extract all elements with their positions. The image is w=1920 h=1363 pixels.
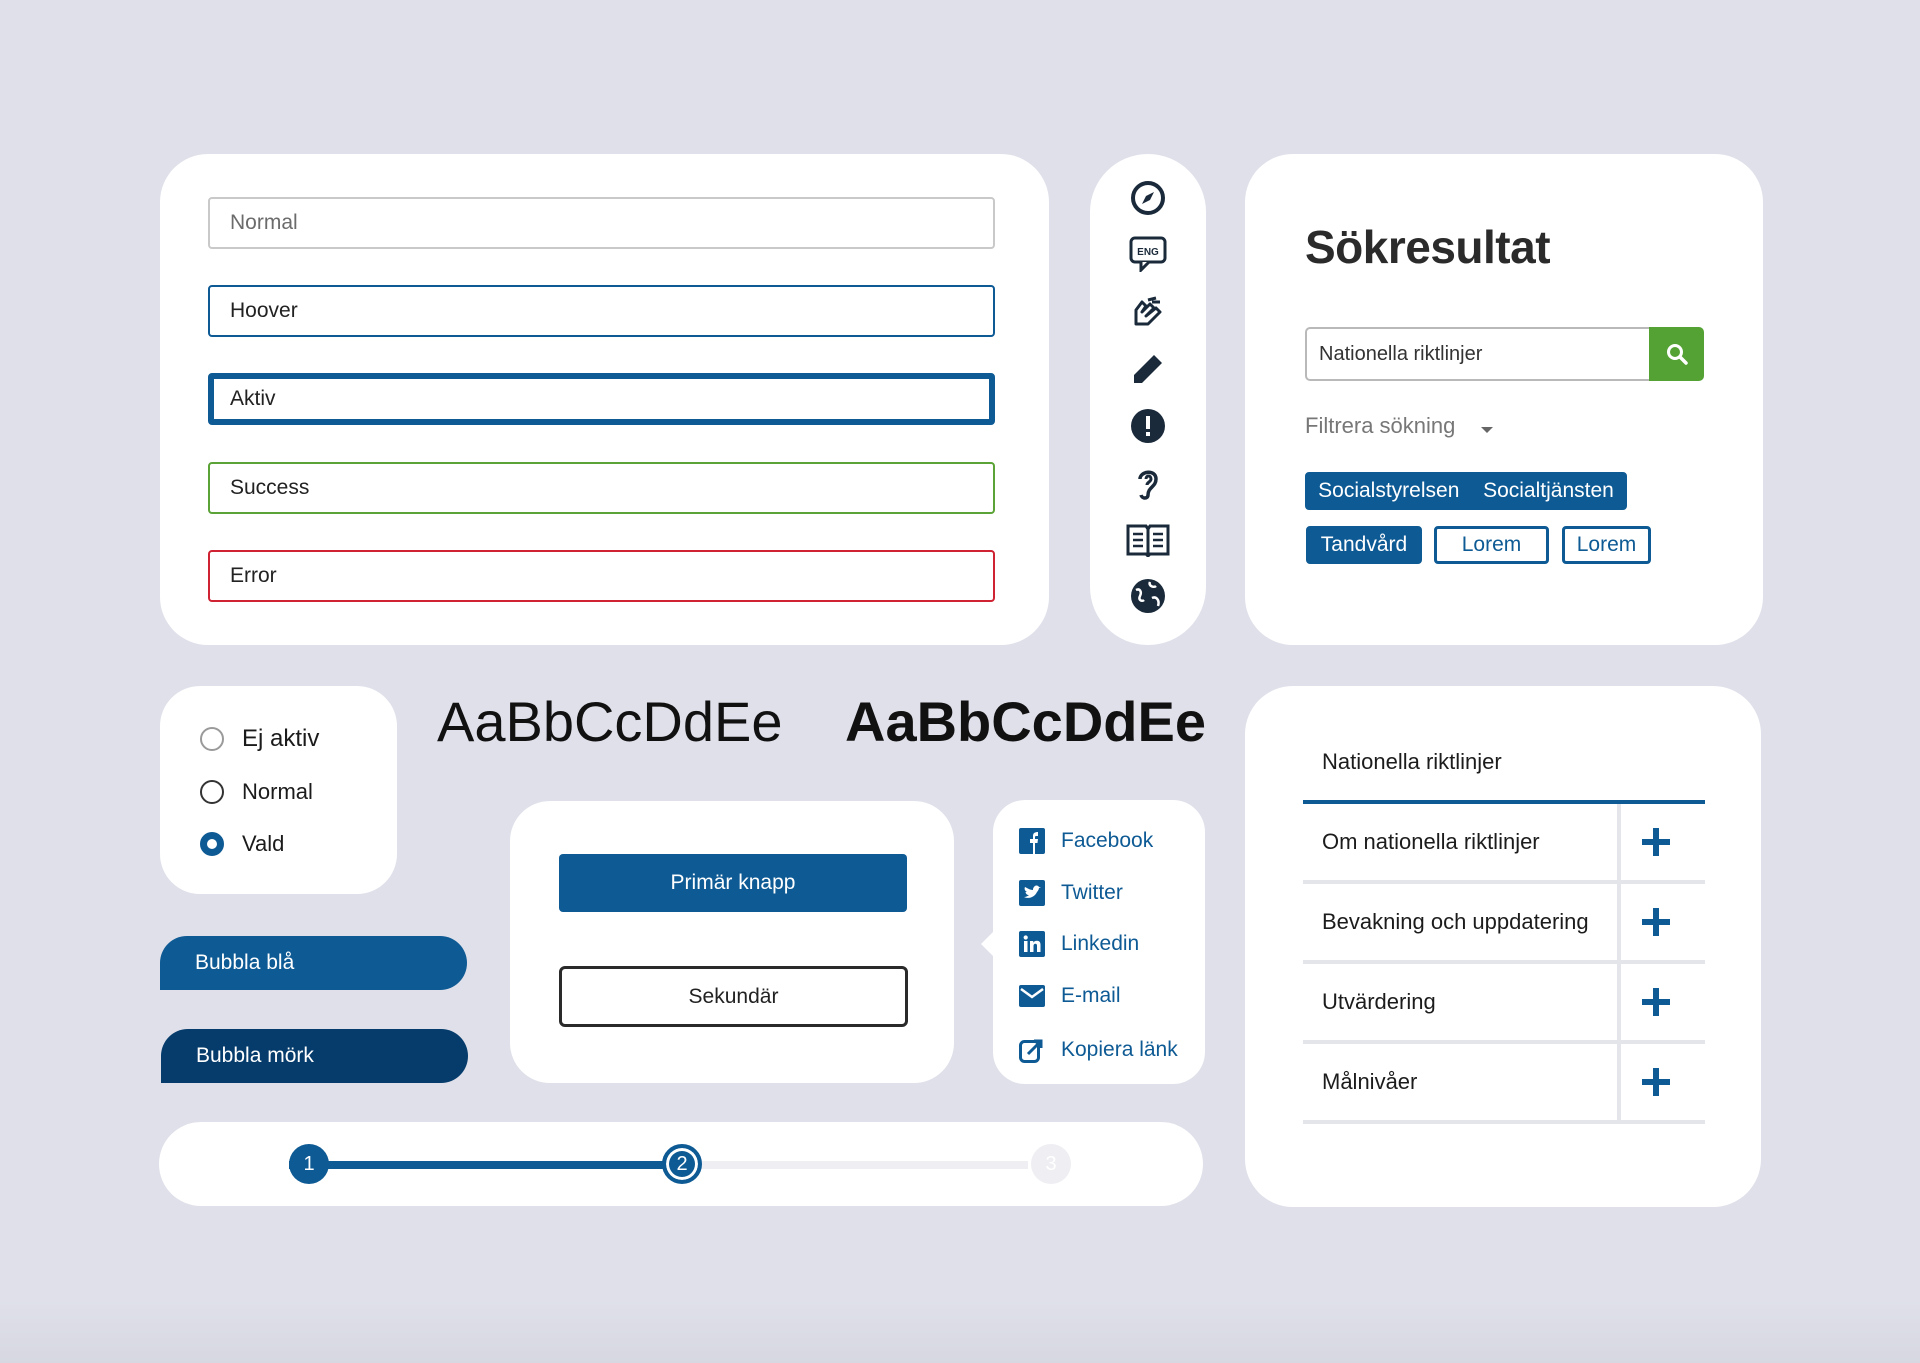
chip-label: Socialtjänsten <box>1483 479 1614 502</box>
plus-icon[interactable] <box>1640 986 1672 1018</box>
typography-bold-sample: AaBbCcDdEe <box>845 690 1206 753</box>
compass-icon[interactable] <box>1126 178 1170 218</box>
typography-regular-sample: AaBbCcDdEe <box>437 690 783 753</box>
input-error[interactable]: Error <box>208 550 995 602</box>
filter-toggle[interactable]: Filtrera sökning <box>1305 413 1455 439</box>
accordion-column-divider <box>1617 964 1621 1044</box>
radio-group-card: Ej aktiv Normal Vald <box>160 686 397 894</box>
twitter-icon <box>1019 880 1045 906</box>
accordion-title: Nationella riktlinjer <box>1322 749 1502 774</box>
accordion-item-label: Bevakning och uppdatering <box>1322 909 1589 934</box>
accordion-item-label: Utvärdering <box>1322 989 1436 1014</box>
search-icon <box>1666 344 1688 365</box>
buttons-card: Primär knapp Sekundär <box>510 801 954 1083</box>
plus-icon[interactable] <box>1640 1066 1672 1098</box>
radio-circle[interactable] <box>200 780 224 804</box>
stepper-track-complete <box>289 1161 663 1169</box>
input-active[interactable]: Aktiv <box>208 373 995 425</box>
search-input[interactable]: Nationella riktlinjer <box>1305 327 1649 381</box>
icon-column-card: ENG <box>1090 154 1206 645</box>
share-menu-card: Facebook Twitter Linkedin E-mail Kopiera… <box>981 800 1205 1084</box>
share-twitter[interactable]: Twitter <box>1019 880 1123 906</box>
step-1[interactable]: 1 <box>289 1144 329 1184</box>
radio-normal[interactable]: Normal <box>200 779 313 805</box>
step-2[interactable]: 2 <box>662 1144 702 1184</box>
ear-icon[interactable] <box>1126 463 1170 503</box>
pencil-icon[interactable] <box>1126 349 1170 389</box>
radio-label: Normal <box>242 779 313 804</box>
bubble-blue[interactable]: Bubbla blå <box>160 936 467 990</box>
progress-stepper: 1 2 3 <box>159 1122 1203 1206</box>
share-label: E-mail <box>1061 984 1121 1007</box>
radio-label: Vald <box>242 831 285 856</box>
share-label: Linkedin <box>1061 932 1140 955</box>
bubble-dark[interactable]: Bubbla mörk <box>161 1029 468 1083</box>
accordion-item[interactable]: Målnivåer <box>1303 1044 1705 1124</box>
filter-chip-group[interactable]: Socialstyrelsen Socialtjänsten <box>1305 472 1627 510</box>
radio-label: Ej aktiv <box>242 725 320 752</box>
chevron-down-icon[interactable] <box>1480 425 1494 435</box>
primary-button[interactable]: Primär knapp <box>559 854 907 912</box>
accordion-card: Nationella riktlinjer Om nationella rikt… <box>1245 686 1761 1207</box>
input-normal[interactable]: Normal <box>208 197 995 249</box>
radio-circle <box>200 727 224 751</box>
filter-chip-tandvard[interactable]: Tandvård <box>1306 526 1422 564</box>
plus-icon[interactable] <box>1640 826 1672 858</box>
accordion-item-label: Målnivåer <box>1322 1069 1418 1094</box>
step-3[interactable]: 3 <box>1031 1144 1071 1184</box>
radio-disabled: Ej aktiv <box>200 725 319 753</box>
facebook-icon <box>1019 828 1045 854</box>
search-results-card: Sökresultat Nationella riktlinjer Filtre… <box>1245 154 1763 645</box>
accordion-item[interactable]: Om nationella riktlinjer <box>1303 804 1705 884</box>
accordion-item[interactable]: Bevakning och uppdatering <box>1303 884 1705 964</box>
background-shade <box>0 1300 1920 1363</box>
input-hover[interactable]: Hoover <box>208 285 995 337</box>
linkedin-icon <box>1019 931 1045 957</box>
input-success[interactable]: Success <box>208 462 995 514</box>
secondary-button[interactable]: Sekundär <box>559 966 908 1027</box>
accordion-item[interactable]: Utvärdering <box>1303 964 1705 1044</box>
radio-selected[interactable]: Vald <box>200 831 284 857</box>
plus-icon[interactable] <box>1640 906 1672 938</box>
globe-icon[interactable] <box>1126 576 1170 616</box>
radio-circle[interactable] <box>200 832 224 856</box>
accordion-column-divider <box>1617 1044 1621 1124</box>
search-title: Sökresultat <box>1305 221 1551 273</box>
chip-label: Socialstyrelsen <box>1318 479 1460 502</box>
sign-language-icon[interactable] <box>1126 292 1170 332</box>
share-copy-link[interactable]: Kopiera länk <box>1019 1037 1178 1063</box>
eng-label: ENG <box>1137 247 1159 258</box>
share-linkedin[interactable]: Linkedin <box>1019 931 1139 957</box>
filter-chip-lorem[interactable]: Lorem <box>1562 526 1651 564</box>
email-icon <box>1019 983 1045 1009</box>
input-states-card: Normal Hoover Aktiv Success Error <box>160 154 1049 645</box>
accordion-column-divider <box>1617 884 1621 964</box>
accordion-item-label: Om nationella riktlinjer <box>1322 829 1540 854</box>
share-label: Facebook <box>1061 829 1154 852</box>
share-label: Kopiera länk <box>1061 1038 1178 1061</box>
share-menu-pointer <box>981 932 993 956</box>
book-icon[interactable] <box>1126 520 1170 560</box>
search-button[interactable] <box>1649 327 1704 381</box>
stepper-track-remaining <box>663 1161 1028 1169</box>
eng-speech-icon[interactable]: ENG <box>1126 234 1170 274</box>
share-label: Twitter <box>1061 881 1123 904</box>
copy-link-icon <box>1019 1037 1045 1063</box>
filter-label: Filtrera sökning <box>1305 413 1456 438</box>
share-facebook[interactable]: Facebook <box>1019 828 1153 854</box>
filter-chip-lorem[interactable]: Lorem <box>1434 526 1549 564</box>
accordion-column-divider <box>1617 804 1621 884</box>
alert-icon[interactable] <box>1126 406 1170 446</box>
share-email[interactable]: E-mail <box>1019 983 1121 1009</box>
